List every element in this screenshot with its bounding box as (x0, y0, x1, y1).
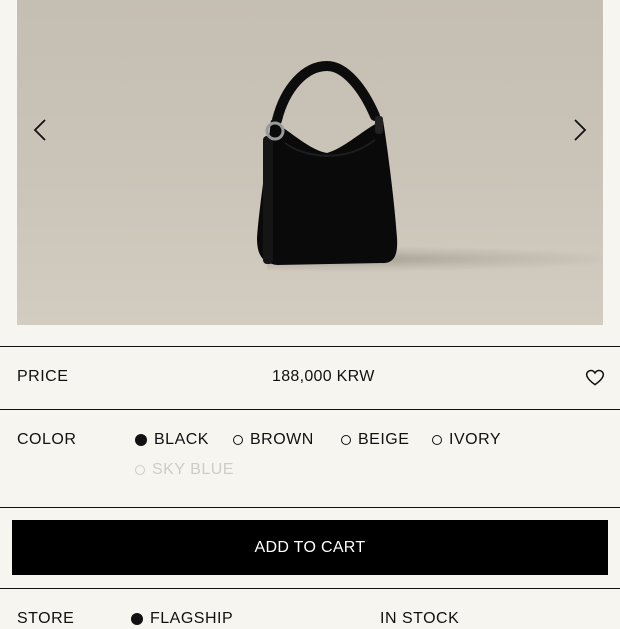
chevron-right-icon (574, 119, 587, 141)
stock-status: IN STOCK (380, 610, 460, 627)
color-row: COLOR BLACK BROWN BEIGE IVORY SKY BLUE (0, 409, 620, 507)
color-option-label: BLACK (154, 431, 209, 448)
color-label: COLOR (17, 431, 77, 448)
price-label: PRICE (17, 368, 69, 385)
radio-icon (135, 465, 145, 475)
next-image-button[interactable] (565, 115, 595, 145)
radio-icon (341, 435, 351, 445)
previous-image-button[interactable] (25, 115, 55, 145)
color-option-brown[interactable]: BROWN (233, 431, 314, 449)
cart-row: ADD TO CART (0, 507, 620, 588)
color-option-beige[interactable]: BEIGE (341, 431, 409, 449)
color-option-label: IVORY (449, 431, 501, 448)
store-label: STORE (17, 610, 75, 627)
product-image (257, 60, 398, 265)
color-option-black[interactable]: BLACK (135, 431, 209, 449)
radio-icon (432, 435, 442, 445)
color-option-sky-blue: SKY BLUE (135, 461, 234, 479)
price-value: 188,000 KRW (272, 368, 375, 385)
store-row: STORE FLAGSHIP IN STOCK (0, 588, 620, 629)
store-option-label: FLAGSHIP (150, 610, 234, 627)
radio-icon (233, 435, 243, 445)
color-option-ivory[interactable]: IVORY (432, 431, 501, 449)
radio-selected-icon (135, 434, 147, 446)
store-option-flagship[interactable]: FLAGSHIP (131, 610, 233, 628)
color-option-label: SKY BLUE (152, 461, 234, 478)
color-option-label: BEIGE (358, 431, 410, 448)
color-option-label: BROWN (250, 431, 314, 448)
product-image-gallery[interactable] (17, 0, 603, 325)
add-to-cart-button[interactable]: ADD TO CART (12, 520, 608, 575)
chevron-left-icon (33, 119, 46, 141)
radio-selected-icon (131, 613, 143, 625)
heart-icon[interactable] (585, 368, 605, 388)
price-row: PRICE 188,000 KRW (0, 346, 620, 409)
